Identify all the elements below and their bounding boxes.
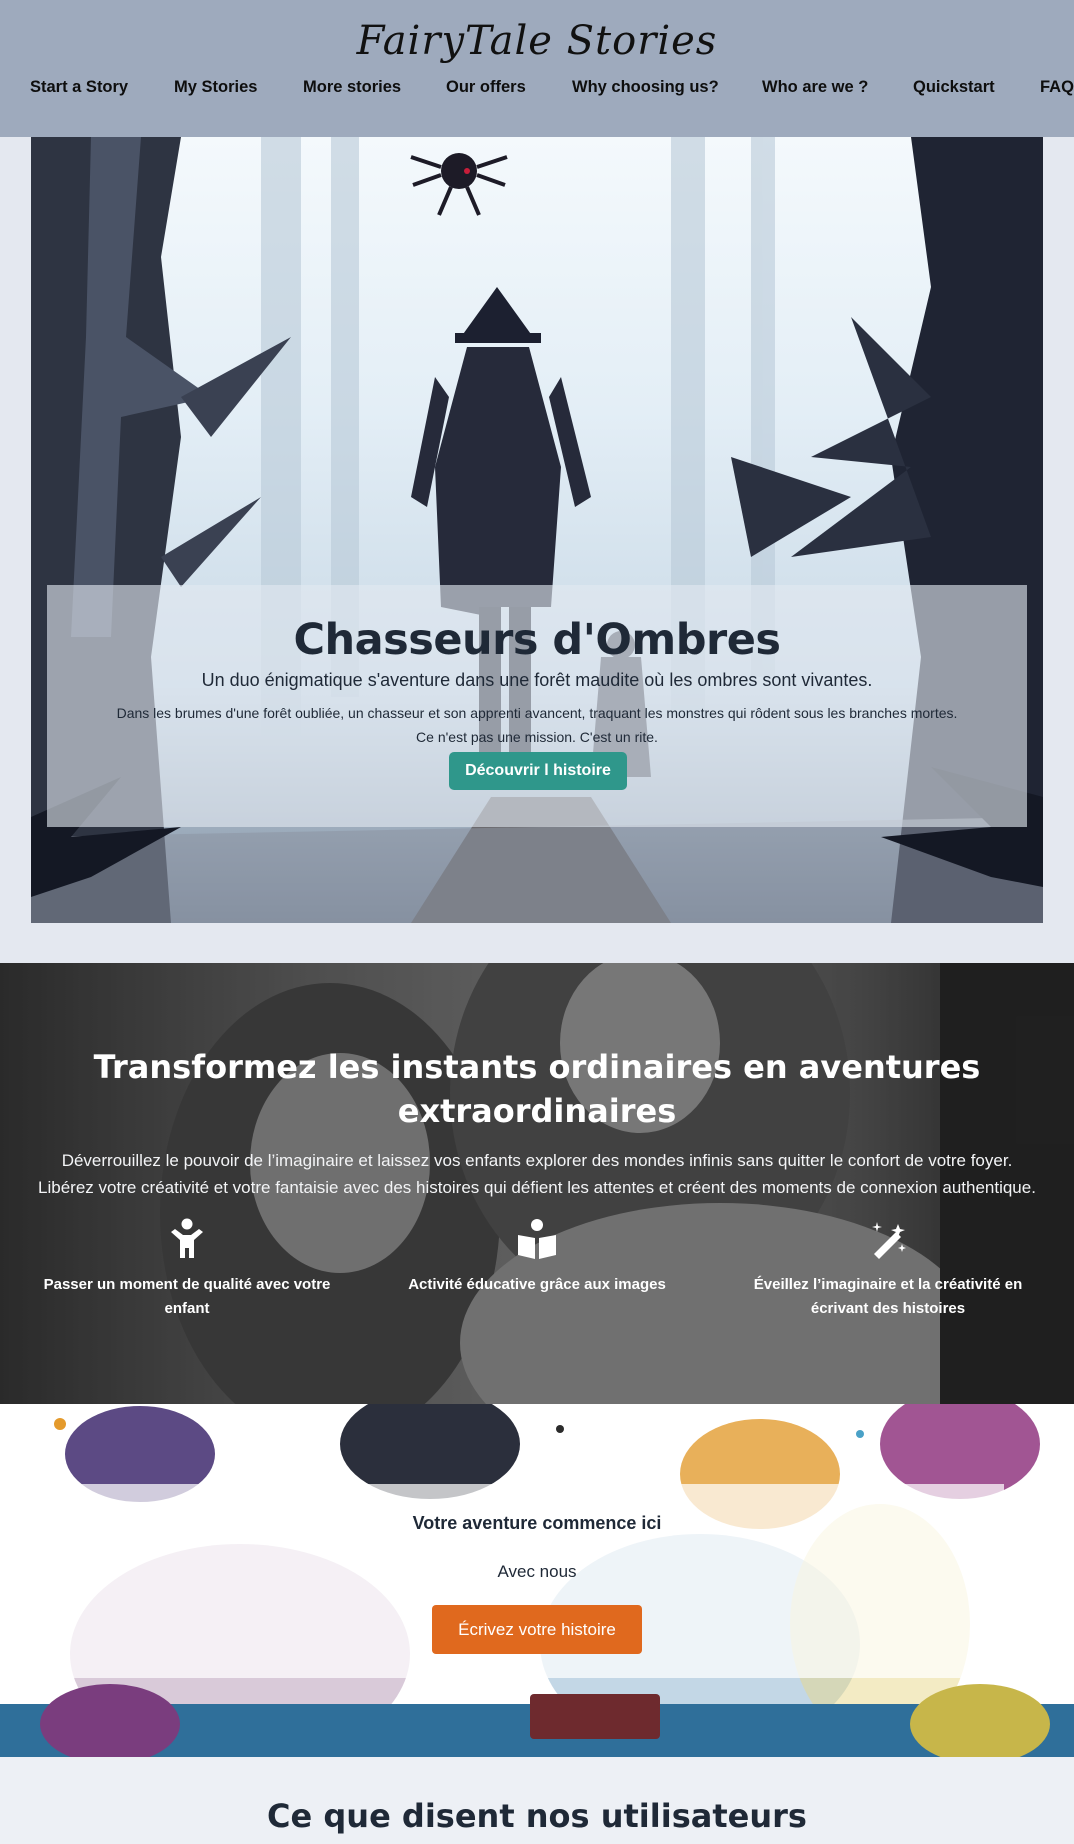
feature-label-line: Éveillez l’imaginaire et la créativité e…: [753, 1276, 1023, 1293]
feature-label-line: Passer un moment de qualité avec votre: [43, 1276, 331, 1293]
transform-description-line: Déverrouillez le pouvoir de l’imaginaire…: [61, 1151, 1013, 1170]
adventure-subtitle: Avec nous: [497, 1562, 577, 1581]
transform-description-line: Libérez votre créativité et votre fantai…: [38, 1178, 1036, 1197]
discover-story-button[interactable]: Découvrir l histoire: [449, 752, 627, 790]
feature-imagination: Éveillez l’imaginaire et la créativité e…: [738, 1218, 1038, 1321]
feature-educational: Activité éducative grâce aux images: [387, 1218, 687, 1297]
hero-description-line: Ce n'est pas une mission. C'est un rite.: [416, 729, 658, 745]
nav-start-story[interactable]: Start a Story: [30, 78, 128, 97]
transform-title-line: extraordinaires: [397, 1092, 677, 1130]
feature-label: Activité éducative grâce aux images: [387, 1273, 687, 1297]
feature-label: Éveillez l’imaginaire et la créativité e…: [738, 1273, 1038, 1321]
child-icon: [171, 1218, 203, 1258]
write-story-button[interactable]: Écrivez votre histoire: [432, 1605, 642, 1654]
hero-subtitle: Un duo énigmatique s'aventure dans une f…: [201, 670, 873, 690]
nav-faq[interactable]: FAQ: [1040, 78, 1074, 97]
feature-label: Passer un moment de qualité avec votre e…: [37, 1273, 337, 1321]
adventure-panel: Votre aventure commence ici Avec nous Éc…: [70, 1484, 1004, 1678]
adventure-title: Votre aventure commence ici: [412, 1513, 662, 1533]
testimonials-section: Ce que disent nos utilisateurs: [0, 1757, 1074, 1844]
feature-label-line: enfant: [164, 1300, 210, 1317]
hero-caption-panel: Chasseurs d'Ombres Un duo énigmatique s'…: [47, 585, 1027, 827]
adventure-cta-section: Votre aventure commence ici Avec nous Éc…: [0, 1404, 1074, 1757]
hero-banner: Chasseurs d'Ombres Un duo énigmatique s'…: [31, 137, 1043, 923]
nav-quickstart[interactable]: Quickstart: [913, 78, 995, 97]
book-reader-icon: [518, 1219, 556, 1259]
nav-why-choosing-us[interactable]: Why choosing us?: [572, 78, 719, 97]
transform-title-line: Transformez les instants ordinaires en a…: [93, 1048, 981, 1086]
hero-title: Chasseurs d'Ombres: [293, 615, 781, 665]
transform-title: Transformez les instants ordinaires en a…: [0, 1045, 1074, 1133]
magic-wand-icon: [872, 1222, 906, 1259]
testimonials-title: Ce que disent nos utilisateurs: [267, 1797, 807, 1835]
site-header: FairyTale Stories Start a Story My Stori…: [0, 0, 1074, 137]
site-logo[interactable]: FairyTale Stories: [0, 18, 1074, 64]
feature-label-line: écrivant des histoires: [810, 1300, 966, 1317]
nav-our-offers[interactable]: Our offers: [446, 78, 526, 97]
main-nav: Start a Story My Stories More stories Ou…: [0, 78, 1074, 102]
transform-section: Transformez les instants ordinaires en a…: [0, 963, 1074, 1404]
hero-description: Dans les brumes d'une forêt oubliée, un …: [87, 701, 987, 749]
nav-my-stories[interactable]: My Stories: [174, 78, 257, 97]
hero-description-line: Dans les brumes d'une forêt oubliée, un …: [116, 705, 958, 721]
nav-more-stories[interactable]: More stories: [303, 78, 401, 97]
feature-label-line: Activité éducative grâce aux images: [408, 1276, 666, 1293]
transform-description: Déverrouillez le pouvoir de l’imaginaire…: [0, 1147, 1074, 1201]
feature-quality-time: Passer un moment de qualité avec votre e…: [37, 1218, 337, 1321]
nav-who-are-we[interactable]: Who are we ?: [762, 78, 868, 97]
